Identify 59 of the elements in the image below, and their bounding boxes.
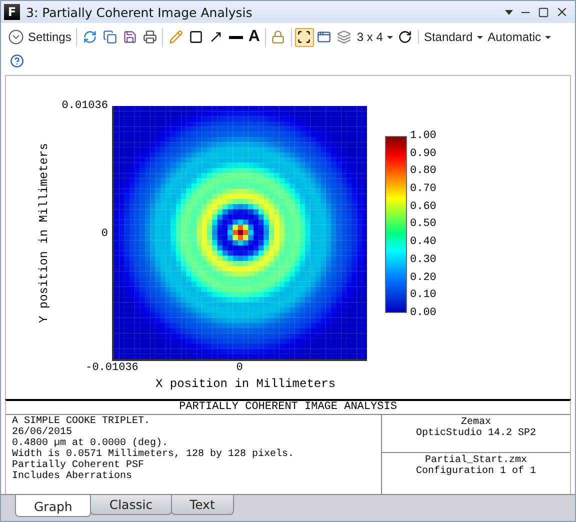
copy-icon	[102, 30, 117, 44]
caret-icon	[545, 36, 551, 38]
window-icon	[317, 30, 332, 44]
scale-label: 0.80	[410, 165, 438, 178]
scale-label: 0.60	[410, 200, 438, 213]
dropdown-button[interactable]: Automatic	[486, 30, 553, 44]
fit-button[interactable]	[294, 28, 314, 46]
dropdown-button[interactable]: 3 x 4	[354, 30, 395, 44]
report-line: 0.4800 µm at 0.0000 (deg).	[12, 438, 168, 449]
report-line: 26/06/2015	[12, 427, 74, 438]
scale-label: 0.90	[410, 148, 438, 160]
printer-icon	[142, 30, 157, 44]
y-axis-label: Y position in Millimeters	[37, 143, 51, 324]
refresh-icon	[82, 30, 97, 44]
scale-label: 0.20	[410, 272, 438, 284]
program-info: OpticStudio 14.2 SP2	[416, 428, 536, 439]
caret-icon	[476, 36, 483, 38]
maximize-icon[interactable]	[538, 6, 549, 18]
program-info: Zemax	[460, 417, 491, 428]
x-axis-label: X position in Millimeters	[154, 377, 337, 393]
x-tick-label: -0.01036	[86, 362, 138, 374]
scale-label: 0.40	[410, 236, 438, 248]
chevron-icon	[8, 29, 24, 45]
scale-label: 0.50	[410, 218, 438, 230]
y-tick-label: 0.01036	[62, 100, 108, 112]
scale-label: 0.70	[410, 183, 438, 196]
layers-icon	[337, 30, 352, 44]
arrow-icon	[208, 30, 223, 44]
settings-button[interactable]: Settings	[6, 29, 74, 45]
tab[interactable]: Text	[170, 495, 234, 515]
text-tool[interactable]: A	[246, 28, 262, 46]
caret-icon	[386, 36, 393, 38]
help-icon	[10, 54, 24, 68]
close-icon[interactable]	[555, 5, 569, 19]
report-line: Width is 0.0571 Millimeters, 128 by 128 pixels.	[12, 449, 296, 460]
scale-label: 1.00	[410, 130, 438, 142]
report-line: A SIMPLE COOKE TRIPLET.	[12, 416, 152, 427]
pencil-icon	[168, 30, 183, 44]
scale-label: 0.10	[410, 289, 438, 302]
rectangle-icon	[188, 30, 203, 44]
lock-icon	[271, 30, 286, 44]
report-line: Includes Aberrations	[12, 471, 134, 482]
file-info: Partial_Start.zmx	[424, 455, 528, 466]
report-title: PARTIALLY COHERENT IMAGE ANALYSIS	[6, 401, 570, 415]
x-tick-label: 0	[236, 362, 243, 374]
window-title: 3: Partially Coherent Image Analysis	[26, 4, 254, 20]
scale-label: 0.00	[410, 306, 438, 319]
file-info: Configuration 1 of 1	[416, 466, 536, 477]
save-icon	[122, 30, 137, 44]
app-logo: F	[4, 4, 20, 20]
fit-icon	[297, 30, 312, 44]
y-tick-label: 0	[101, 228, 108, 240]
dropdown-button[interactable]: Standard	[422, 30, 485, 44]
tab[interactable]: Graph	[15, 495, 92, 517]
rotate-icon	[398, 30, 412, 44]
scale-label: 0.30	[410, 254, 438, 266]
menu-caret-icon[interactable]	[505, 10, 513, 14]
tab[interactable]: Classic	[90, 495, 172, 515]
report-line: Partially Coherent PSF	[12, 460, 146, 471]
